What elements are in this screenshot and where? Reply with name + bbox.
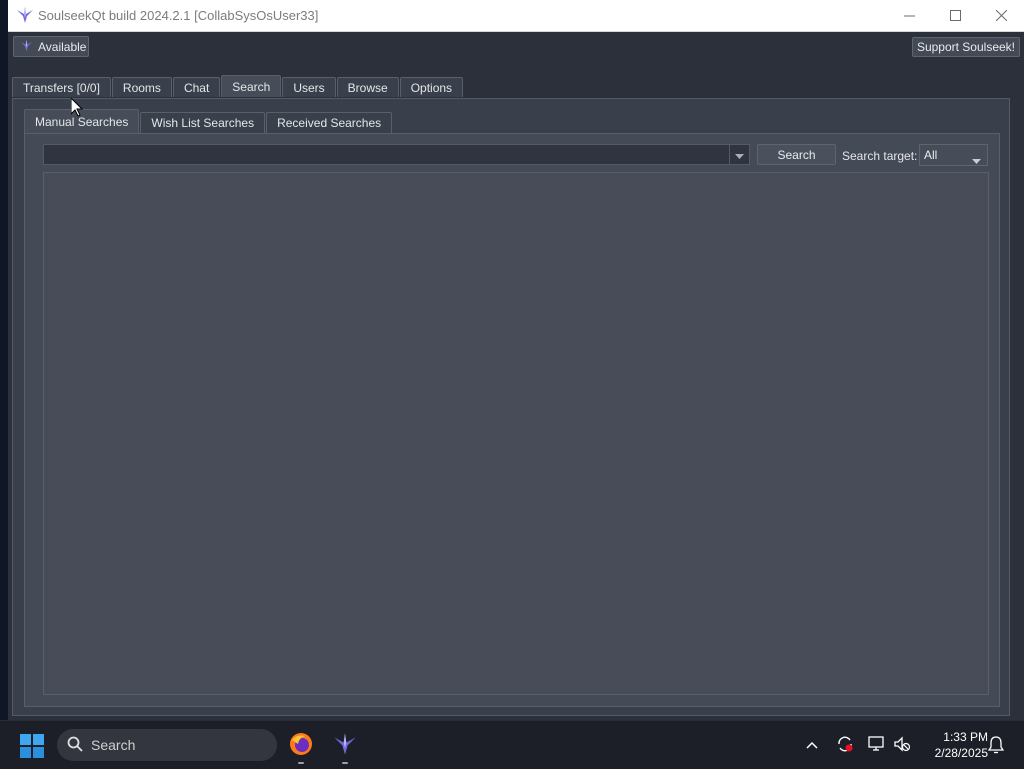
main-tab-bar: Transfers [0/0] Rooms Chat Search Users … (12, 75, 464, 98)
search-target-select[interactable]: All (919, 144, 988, 166)
tab-users[interactable]: Users (282, 77, 336, 97)
soulseek-bird-icon (20, 39, 33, 55)
running-indicator (298, 762, 304, 764)
tab-transfers[interactable]: Transfers [0/0] (12, 77, 111, 97)
volume-muted-icon[interactable] (893, 735, 911, 756)
taskbar-search-label: Search (91, 737, 136, 753)
clock-date: 2/28/2025 (934, 746, 988, 760)
running-indicator (342, 762, 348, 764)
chevron-down-icon (735, 148, 744, 162)
search-icon (67, 736, 83, 755)
close-icon (995, 10, 1007, 21)
firefox-icon (289, 732, 313, 759)
search-results-area[interactable] (43, 172, 989, 695)
search-history-dropdown[interactable] (729, 145, 749, 164)
tab-browse[interactable]: Browse (336, 77, 399, 97)
window-title: SoulseekQt build 2024.2.1 [CollabSysOsUs… (38, 8, 319, 23)
status-label: Available (38, 39, 87, 54)
clock-time: 1:33 PM (943, 730, 988, 744)
search-target-label: Search target: (842, 149, 918, 163)
minimize-icon (903, 10, 915, 21)
soulseek-icon (333, 732, 357, 759)
sync-icon[interactable] (836, 735, 854, 756)
chevron-up-icon[interactable] (806, 738, 818, 752)
system-clock[interactable]: 1:33 PM 2/28/2025 (918, 729, 988, 761)
notification-bell-icon[interactable] (987, 736, 1005, 757)
maximize-icon (949, 10, 961, 21)
status-button[interactable]: Available (13, 36, 89, 57)
taskbar-search-box[interactable]: Search (57, 729, 277, 761)
tab-search[interactable]: Search (221, 75, 282, 97)
network-icon[interactable] (868, 735, 886, 756)
close-button[interactable] (978, 0, 1024, 31)
tab-received-searches[interactable]: Received Searches (266, 112, 393, 133)
search-button[interactable]: Search (757, 144, 836, 165)
title-bar[interactable]: SoulseekQt build 2024.2.1 [CollabSysOsUs… (8, 0, 1024, 32)
windows-taskbar: Search 1:33 PM 2/28/2025 (0, 720, 1024, 769)
soulseek-bird-icon (16, 6, 34, 24)
tab-rooms[interactable]: Rooms (111, 77, 172, 97)
maximize-button[interactable] (932, 0, 978, 31)
top-toolbar: Available Support Soulseek! (8, 32, 1024, 68)
chevron-down-icon (972, 153, 981, 167)
search-input[interactable] (44, 145, 738, 164)
desktop-background (0, 0, 8, 720)
windows-start-icon[interactable] (20, 734, 44, 761)
search-target-value: All (924, 148, 938, 162)
taskbar-soulseek[interactable] (329, 729, 361, 764)
support-soulseek-button[interactable]: Support Soulseek! (911, 37, 1020, 57)
tab-options[interactable]: Options (399, 77, 464, 97)
tab-wish-list-searches[interactable]: Wish List Searches (140, 112, 266, 133)
tab-chat[interactable]: Chat (172, 77, 221, 97)
minimize-button[interactable] (886, 0, 932, 31)
taskbar-firefox[interactable] (285, 729, 317, 764)
mouse-cursor-icon (70, 96, 84, 120)
search-query-combobox[interactable] (43, 144, 750, 165)
